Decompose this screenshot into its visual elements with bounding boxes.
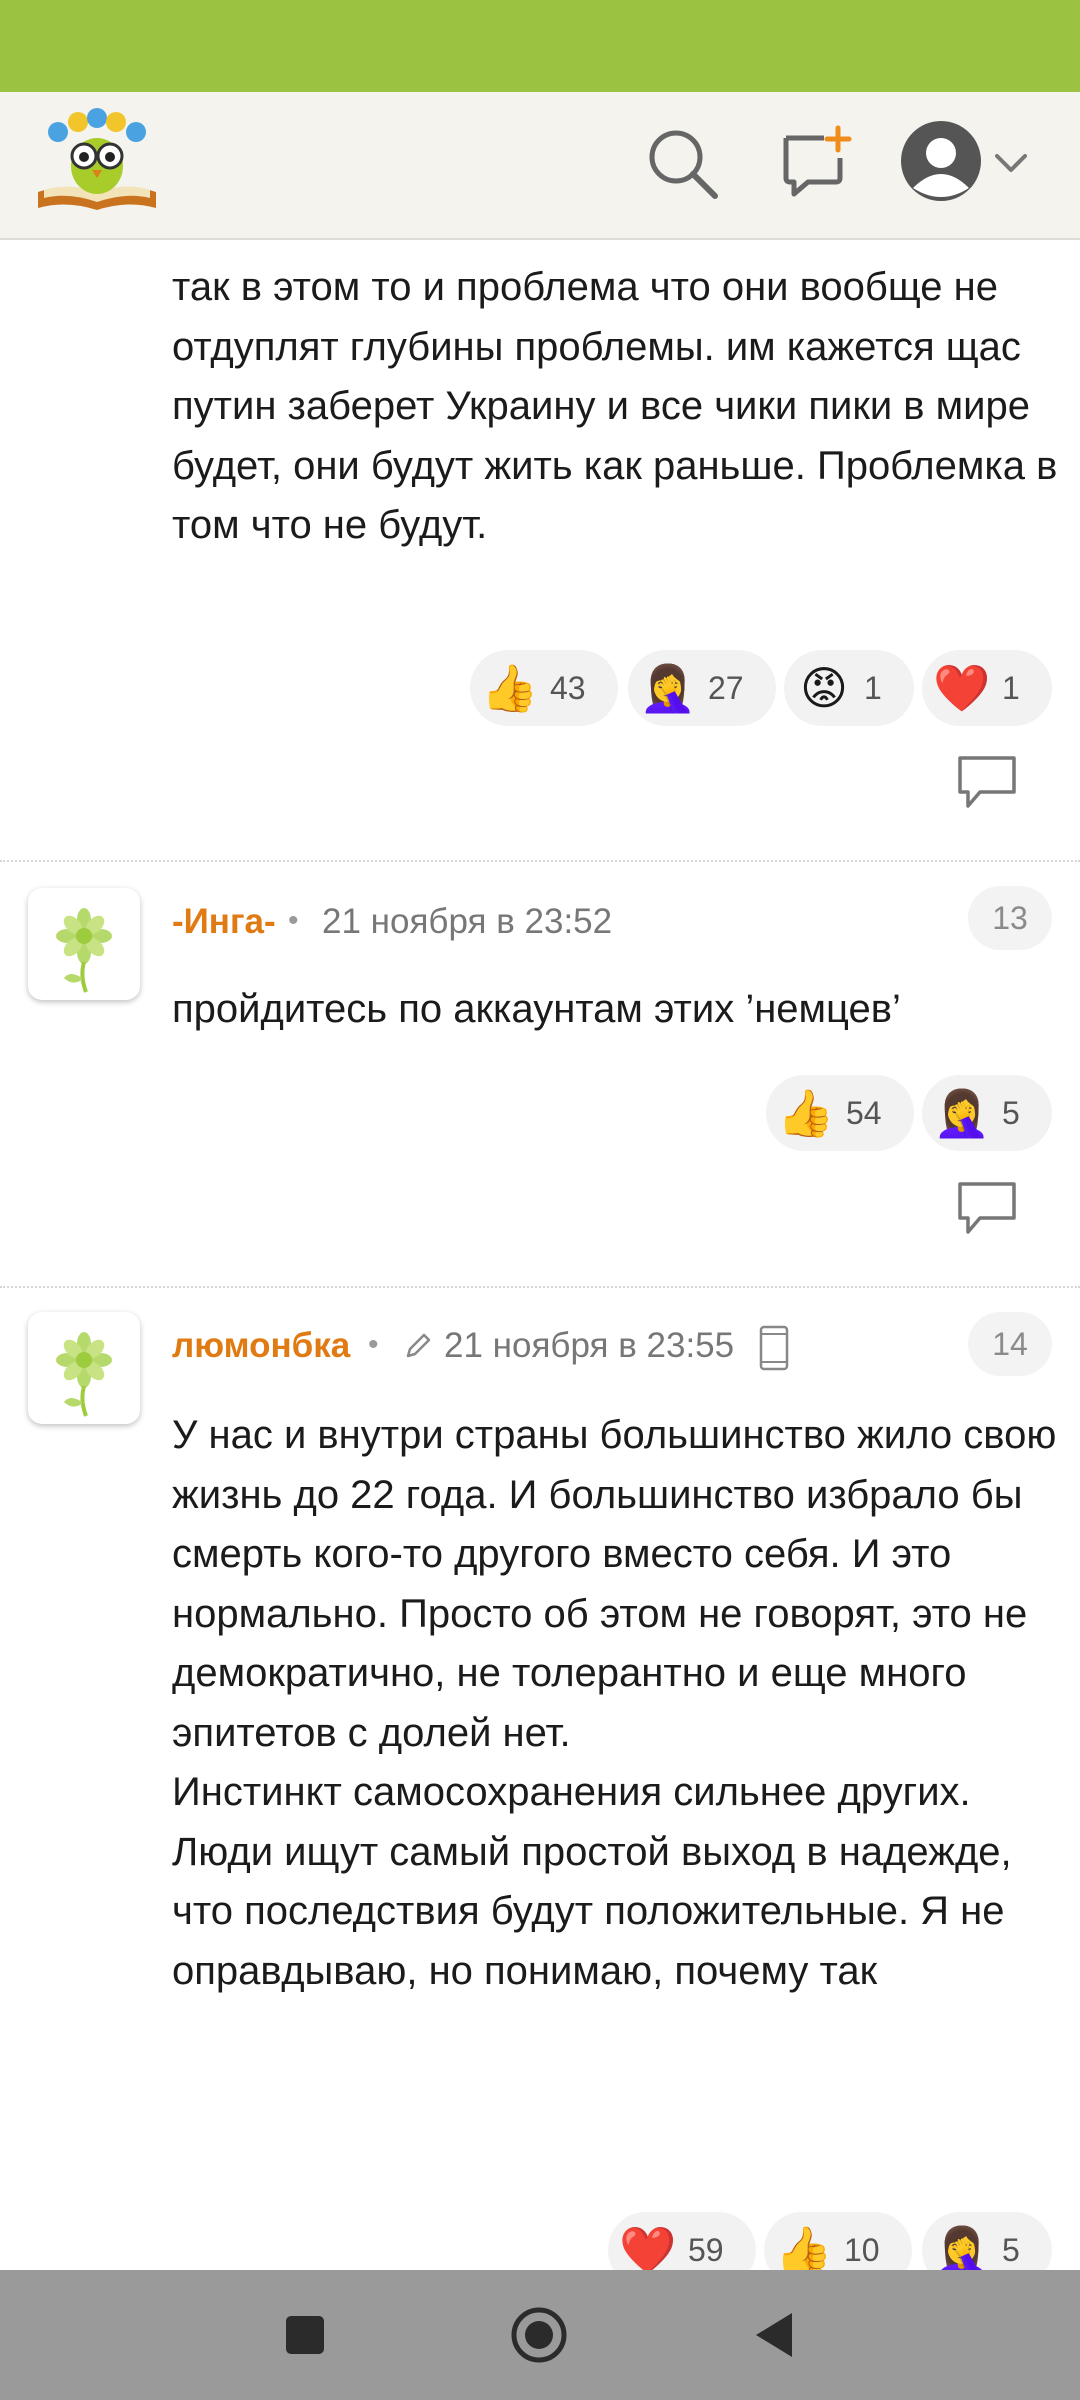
user-avatar-icon[interactable] xyxy=(900,120,982,202)
comment-text: так в этом то и проблема что они вообще … xyxy=(172,265,1058,547)
back-button[interactable] xyxy=(752,2310,796,2360)
reaction-facepalm[interactable]: 🤦‍♀️ 5 xyxy=(922,1075,1052,1151)
meta-separator: • xyxy=(368,1328,379,1361)
system-navigation-bar xyxy=(0,2270,1080,2400)
reaction-like[interactable]: 👍 54 xyxy=(766,1075,914,1151)
comment-date[interactable]: 21 ноября в 23:52 xyxy=(322,902,612,942)
heart-icon: ❤️ xyxy=(933,661,991,715)
mobile-device-icon xyxy=(759,1325,789,1371)
owl-on-book-logo[interactable] xyxy=(34,108,160,212)
chevron-down-icon[interactable] xyxy=(993,144,1029,180)
comment-divider xyxy=(0,1286,1080,1288)
comment-number-badge[interactable]: 13 xyxy=(968,886,1052,950)
avatar[interactable] xyxy=(28,888,140,1000)
comment-date[interactable]: 21 ноября в 23:55 xyxy=(444,1326,734,1366)
comment-paragraph: У нас и внутри страны большинство жило с… xyxy=(172,1413,1057,1755)
status-bar xyxy=(0,0,1080,92)
reaction-count: 43 xyxy=(550,669,586,706)
reply-icon[interactable] xyxy=(956,754,1018,810)
edited-pencil-icon xyxy=(406,1333,431,1358)
comment-number-badge[interactable]: 14 xyxy=(968,1312,1052,1376)
heart-icon: ❤️ xyxy=(619,2223,677,2277)
meta-separator: • xyxy=(288,904,299,937)
reaction-count: 27 xyxy=(708,669,744,706)
comment-paragraph: Люди ищут самый простой выход в надежде,… xyxy=(172,1829,1012,1993)
comment-text: У нас и внутри страны большинство жило с… xyxy=(172,1406,1062,2001)
search-icon[interactable] xyxy=(645,126,719,200)
recents-button[interactable] xyxy=(284,2314,326,2356)
facepalm-icon: 🤦‍♀️ xyxy=(933,2223,991,2277)
reaction-count: 1 xyxy=(864,669,882,706)
reaction-count: 54 xyxy=(846,1094,882,1131)
thumbs-up-icon: 👍 xyxy=(481,661,539,715)
app-header xyxy=(0,92,1080,240)
reaction-count: 59 xyxy=(688,2231,724,2268)
home-button[interactable] xyxy=(510,2306,568,2364)
avatar[interactable] xyxy=(28,1312,140,1424)
reaction-heart[interactable]: ❤️ 1 xyxy=(922,650,1052,726)
comment-paragraph: Инстинкт самосохранения сильнее других. xyxy=(172,1770,971,1814)
reaction-count: 5 xyxy=(1002,2231,1020,2268)
comment-author[interactable]: -Инга- xyxy=(172,902,276,942)
facepalm-icon: 🤦‍♀️ xyxy=(639,661,697,715)
thumbs-up-icon: 👍 xyxy=(775,2223,833,2277)
reaction-facepalm[interactable]: 🤦‍♀️ 27 xyxy=(628,650,776,726)
reaction-angry[interactable]: 😡 1 xyxy=(784,650,914,726)
thumbs-up-icon: 👍 xyxy=(777,1086,835,1140)
add-post-icon[interactable] xyxy=(778,124,852,198)
facepalm-icon: 🤦‍♀️ xyxy=(933,1086,991,1140)
comment-divider xyxy=(0,860,1080,862)
reply-icon[interactable] xyxy=(956,1180,1018,1236)
reaction-count: 1 xyxy=(1002,669,1020,706)
angry-face-icon: 😡 xyxy=(800,661,848,715)
reaction-count: 10 xyxy=(844,2231,880,2268)
reaction-like[interactable]: 👍 43 xyxy=(470,650,618,726)
reaction-count: 5 xyxy=(1002,1094,1020,1131)
comment-text: пройдитесь по аккаунтам этих ’немцев’ xyxy=(172,987,901,1031)
comment-author[interactable]: люмонбка xyxy=(172,1326,350,1366)
